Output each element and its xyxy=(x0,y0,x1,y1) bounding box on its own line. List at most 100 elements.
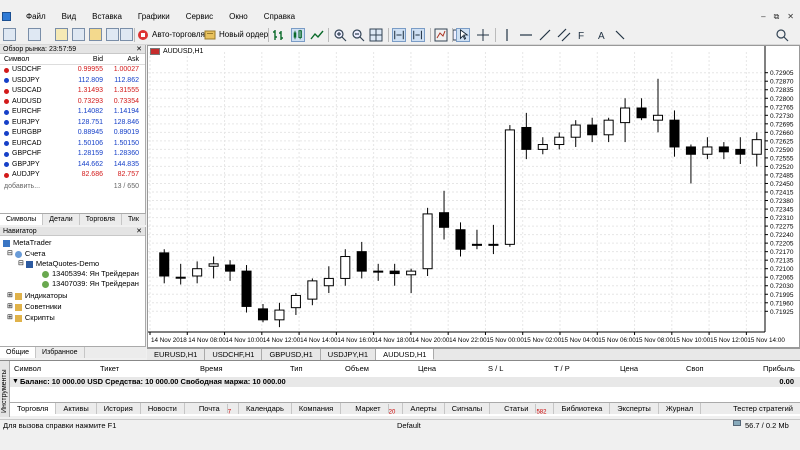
tab-details[interactable]: Детали xyxy=(43,214,80,225)
indicators-icon[interactable] xyxy=(434,28,448,42)
market-watch-row[interactable]: USDCAD 1.31493 1.31555 xyxy=(0,86,145,97)
profiles-icon[interactable] xyxy=(28,28,41,41)
market-watch-row[interactable]: USDJPY 112.809 112.862 xyxy=(0,76,145,87)
col-time[interactable]: Время xyxy=(200,364,223,373)
tile-windows-icon[interactable] xyxy=(369,28,383,42)
menu-view[interactable]: Вид xyxy=(54,10,84,24)
tab-trade[interactable]: Торговля xyxy=(10,403,57,414)
tab-favorites[interactable]: Избранное xyxy=(36,347,85,358)
tab-assets[interactable]: Активы xyxy=(56,403,97,414)
text-icon[interactable]: A xyxy=(595,28,609,42)
tab-articles[interactable]: Статьи 582 xyxy=(490,403,555,416)
col-ask[interactable]: Ask xyxy=(106,54,142,64)
tester-icon[interactable] xyxy=(120,28,133,41)
candle-chart-icon[interactable] xyxy=(291,28,305,42)
market-watch-row[interactable]: EURGBP 0.88945 0.89019 xyxy=(0,128,145,139)
restore-icon[interactable]: ⧉ xyxy=(774,12,780,22)
chart-tab-usdjpy[interactable]: USDJPY,H1 xyxy=(321,349,377,360)
col-ticket[interactable]: Тикет xyxy=(100,364,119,373)
search-icon[interactable] xyxy=(775,28,789,42)
navigator-icon[interactable] xyxy=(89,28,102,41)
nav-server[interactable]: ⊟ MetaQuotes-Demo xyxy=(18,259,99,269)
chart-tab-eurusd[interactable]: EURUSD,H1 xyxy=(147,349,206,360)
tab-market[interactable]: Маркет 20 xyxy=(341,403,404,416)
status-traffic[interactable]: 56.7 / 0.2 Mb xyxy=(745,420,789,432)
cursor-icon[interactable] xyxy=(456,28,470,42)
terminal-icon[interactable] xyxy=(106,28,119,41)
tab-alerts[interactable]: Алерты xyxy=(403,403,445,414)
tab-mailbox[interactable]: Почта 7 xyxy=(185,403,240,416)
menu-insert[interactable]: Вставка xyxy=(84,10,130,24)
toolbox-side-tab[interactable]: Инструменты xyxy=(0,361,10,417)
data-window-icon[interactable] xyxy=(72,28,85,41)
tab-symbols[interactable]: Символы xyxy=(0,214,44,225)
horizontal-line-icon[interactable] xyxy=(519,28,533,42)
new-chart-icon[interactable] xyxy=(3,28,16,41)
vertical-line-icon[interactable] xyxy=(500,28,514,42)
new-order-button[interactable]: Новый ордер xyxy=(203,28,268,42)
tab-experts[interactable]: Эксперты xyxy=(610,403,659,414)
market-watch-icon[interactable] xyxy=(55,28,68,41)
bar-chart-icon[interactable] xyxy=(272,28,286,42)
tab-history[interactable]: История xyxy=(97,403,141,414)
menu-tools[interactable]: Сервис xyxy=(178,10,221,24)
market-watch-row[interactable]: EURCAD 1.50106 1.50150 xyxy=(0,139,145,150)
menu-charts[interactable]: Графики xyxy=(130,10,178,24)
nav-accounts[interactable]: ⊟ Счета xyxy=(7,249,46,259)
status-profile[interactable]: Default xyxy=(397,420,421,432)
tab-trading[interactable]: Торговля xyxy=(80,214,122,225)
col-profit[interactable]: Прибыль xyxy=(763,364,795,373)
arrow-objects-icon[interactable] xyxy=(613,28,627,42)
market-watch-row[interactable]: AUDUSD 0.73293 0.73354 xyxy=(0,97,145,108)
auto-scroll-icon[interactable] xyxy=(392,28,406,42)
tab-news[interactable]: Новости xyxy=(141,403,185,414)
close-icon[interactable]: ✕ xyxy=(787,12,794,22)
chart-tab-usdchf[interactable]: USDCHF,H1 xyxy=(205,349,263,360)
tab-journal[interactable]: Журнал xyxy=(659,403,702,414)
balance-row[interactable]: ▼ Баланс: 10 000.00 USD Средства: 10 000… xyxy=(10,377,800,387)
chart-window[interactable]: 0.72905 0.72870 0.72835 0.72800 0.72765 0.727… xyxy=(147,45,800,348)
close-icon[interactable]: ✕ xyxy=(136,45,142,54)
tab-calendar[interactable]: Календарь xyxy=(239,403,292,414)
col-symbol[interactable]: Символ xyxy=(14,364,41,373)
menu-window[interactable]: Окно xyxy=(221,10,256,24)
zoom-out-icon[interactable] xyxy=(351,28,365,42)
market-watch-row[interactable]: AUDJPY 82.686 82.757 xyxy=(0,170,145,181)
tab-general[interactable]: Общие xyxy=(0,347,37,358)
nav-account-1[interactable]: 13405394: Ян Трейдеран xyxy=(42,269,139,279)
tab-company[interactable]: Компания xyxy=(292,403,342,414)
tab-library[interactable]: Библиотека xyxy=(554,403,611,414)
menu-help[interactable]: Справка xyxy=(256,10,303,24)
col-sl[interactable]: S / L xyxy=(488,364,503,373)
chart-shift-icon[interactable] xyxy=(411,28,425,42)
tab-strategy-tester[interactable]: Тестер стратегий xyxy=(726,403,800,414)
zoom-in-icon[interactable] xyxy=(333,28,347,42)
market-watch-row[interactable]: GBPCHF 1.28159 1.28360 xyxy=(0,149,145,160)
chart-tab-gbpusd[interactable]: GBPUSD,H1 xyxy=(262,349,321,360)
market-watch-row[interactable]: GBPJPY 144.662 144.835 xyxy=(0,160,145,171)
fibo-icon[interactable]: F xyxy=(576,28,590,42)
add-symbol-row[interactable]: добавить... 13 / 650 xyxy=(0,181,145,192)
nav-advisors[interactable]: ⊞ Советники xyxy=(7,302,62,312)
minimize-icon[interactable]: – xyxy=(761,12,765,22)
market-watch-row[interactable]: EURCHF 1.14082 1.14194 xyxy=(0,107,145,118)
close-icon[interactable]: ✕ xyxy=(136,227,142,236)
nav-account-2[interactable]: 13407039: Ян Трейдеран xyxy=(42,279,139,289)
candlestick-chart[interactable]: 0.72905 0.728700.72835 0.728000.72765 0.727… xyxy=(148,46,799,347)
col-swap[interactable]: Своп xyxy=(686,364,704,373)
menu-file[interactable]: Файл xyxy=(18,10,54,24)
app-icon[interactable] xyxy=(2,12,11,21)
col-current-price[interactable]: Цена xyxy=(620,364,638,373)
market-watch-row[interactable]: USDCHF 0.99955 1.00027 xyxy=(0,65,145,76)
trendline-icon[interactable] xyxy=(538,28,552,42)
col-type[interactable]: Тип xyxy=(290,364,303,373)
line-chart-icon[interactable] xyxy=(310,28,324,42)
crosshair-icon[interactable] xyxy=(476,28,490,42)
col-bid[interactable]: Bid xyxy=(70,54,106,64)
col-price[interactable]: Цена xyxy=(418,364,436,373)
col-tp[interactable]: T / P xyxy=(554,364,570,373)
tab-signals[interactable]: Сигналы xyxy=(445,403,491,414)
auto-trading-button[interactable]: Авто-торговля xyxy=(136,28,205,42)
channel-icon[interactable] xyxy=(557,28,571,42)
col-volume[interactable]: Объем xyxy=(345,364,369,373)
